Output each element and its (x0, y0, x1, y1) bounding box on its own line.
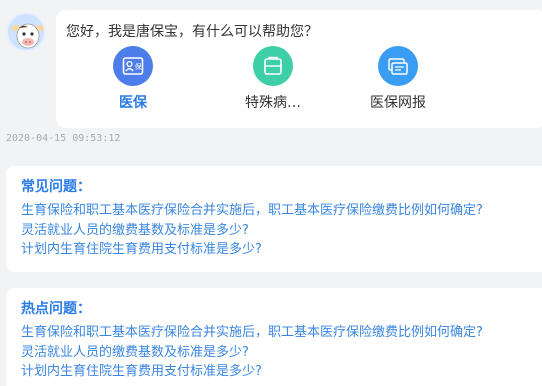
chat-bubble: 您好，我是唐保宝，有什么可以帮助您？ 保 医保 特殊病… 医保网报 (56, 10, 542, 128)
question-link[interactable]: 灵活就业人员的缴费基数及标准是多少? (21, 343, 542, 363)
question-link[interactable]: 生育保险和职工基本医疗保险合并实施后，职工基本医疗保险缴费比例如何确定? (21, 323, 542, 343)
service-medical-insurance[interactable]: 保 医保 (93, 46, 173, 112)
question-link[interactable]: 灵活就业人员的缴费基数及标准是多少? (21, 221, 542, 241)
service-label: 医保网报 (370, 95, 426, 111)
hot-questions-title: 热点问题： (21, 301, 91, 317)
service-label: 医保 (119, 95, 147, 111)
bot-avatar (6, 12, 46, 52)
greeting-text: 您好，我是唐保宝，有什么可以帮助您？ (66, 24, 318, 40)
message-timestamp: 2020-04-15 09:53:12 (6, 133, 121, 144)
question-link[interactable]: 生育保险和职工基本医疗保险合并实施后，职工基本医疗保险缴费比例如何确定? (21, 201, 542, 221)
service-label: 特殊病… (245, 95, 301, 111)
medical-kit-icon (253, 46, 293, 86)
hot-questions-card: 热点问题： 生育保险和职工基本医疗保险合并实施后，职工基本医疗保险缴费比例如何确… (6, 288, 542, 386)
online-card-icon (378, 46, 418, 86)
question-link[interactable]: 计划内生育住院生育费用支付标准是多少? (21, 362, 542, 382)
common-questions-card: 常见问题： 生育保险和职工基本医疗保险合并实施后，职工基本医疗保险缴费比例如何确… (6, 166, 542, 272)
cow-mascot-icon (8, 14, 44, 50)
question-link[interactable]: 计划内生育住院生育费用支付标准是多少? (21, 240, 542, 260)
service-online-report[interactable]: 医保网报 (358, 46, 438, 112)
common-questions-title: 常见问题： (21, 179, 91, 195)
insurance-card-icon: 保 (113, 46, 153, 86)
service-special-disease[interactable]: 特殊病… (233, 46, 313, 112)
svg-text:保: 保 (135, 62, 142, 71)
